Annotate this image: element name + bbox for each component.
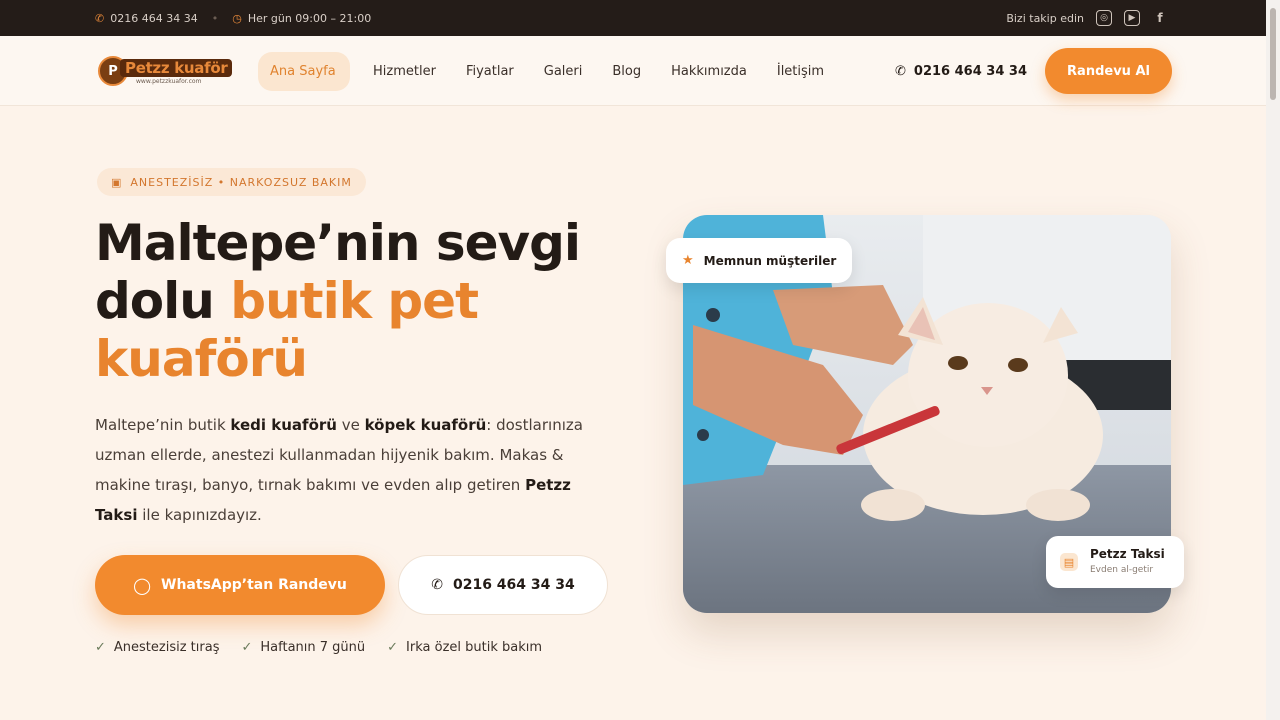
topbar-phone-text: 0216 464 34 34 — [110, 11, 198, 25]
main-nav: Ana Sayfa Hizmetler Fiyatlar Galeri Blog… — [258, 36, 839, 106]
site-logo[interactable]: P Petzz kuaför www.petzzkuafor.com — [98, 54, 238, 88]
lead-bold-cat: kedi kuaförü — [230, 416, 337, 434]
nav-item-contact[interactable]: İletişim — [762, 64, 839, 79]
feature-item: ✓ Haftanın 7 günü — [241, 640, 365, 655]
feature-label: Anestezisiz tıraş — [113, 640, 220, 655]
pet-taxi-badge: ▤ Petzz Taksi Evden al-getir — [1046, 536, 1184, 588]
header-phone-text: 0216 464 34 34 — [913, 63, 1027, 79]
separator: • — [211, 11, 219, 25]
clock-icon: ◷ — [232, 11, 242, 25]
hero-headline: Maltepe’nin sevgi dolu butik pet kuaförü — [95, 214, 615, 388]
check-icon: ✓ — [95, 640, 106, 655]
check-icon: ✓ — [387, 640, 399, 655]
whatsapp-button[interactable]: ◯ WhatsApp’tan Randevu — [95, 555, 385, 615]
topbar-hours: ◷ Her gün 09:00 – 21:00 — [232, 12, 371, 25]
nav-item-prices[interactable]: Fiyatlar — [451, 64, 529, 79]
youtube-icon[interactable]: ▶ — [1124, 10, 1140, 26]
call-button[interactable]: ✆ 0216 464 34 34 — [398, 555, 608, 615]
lock-icon: ▤ — [1060, 553, 1078, 571]
topbar-phone[interactable]: ✆ 0216 464 34 34 — [95, 12, 198, 25]
scrollbar-thumb[interactable] — [1270, 8, 1276, 100]
feature-list: ✓ Anestezisiz tıraş ✓ Haftanın 7 günü ✓ … — [95, 640, 542, 655]
whatsapp-button-label: WhatsApp’tan Randevu — [161, 577, 347, 593]
lead-bold-dog: köpek kuaförü — [364, 416, 487, 434]
follow-label: Bizi takip edin — [1006, 11, 1084, 25]
feature-label: Haftanın 7 günü — [260, 640, 366, 655]
nav-item-blog[interactable]: Blog — [597, 64, 656, 79]
instagram-icon[interactable]: ◎ — [1096, 10, 1112, 26]
pet-taxi-title: Petzz Taksi — [1090, 547, 1165, 561]
happy-customers-label: Memnun müşteriler — [703, 253, 837, 268]
phone-icon: ✆ — [95, 11, 105, 25]
main-header: P Petzz kuaför www.petzzkuafor.com Ana S… — [0, 36, 1266, 106]
appointment-button[interactable]: Randevu Al — [1045, 48, 1172, 94]
nav-item-home[interactable]: Ana Sayfa — [258, 51, 350, 91]
call-button-label: 0216 464 34 34 — [452, 577, 575, 593]
topbar-hours-text: Her gün 09:00 – 21:00 — [247, 11, 372, 25]
page-scrollbar[interactable] — [1266, 0, 1280, 720]
feature-item: ✓ Anestezisiz tıraş — [95, 640, 219, 655]
hero-badge: ▣ ANESTEZİSİZ • NARKOZSUZ BAKIM — [97, 168, 366, 196]
feature-item: ✓ Irka özel butik bakım — [387, 640, 542, 655]
nav-item-about[interactable]: Hakkımızda — [656, 64, 762, 79]
check-icon: ✓ — [241, 640, 253, 655]
feature-label: Irka özel butik bakım — [406, 640, 543, 655]
lead-text: Maltepe’nin butik — [95, 416, 231, 434]
lead-text: ile kapınızdayız. — [137, 506, 262, 524]
logo-text: Petzz kuaför — [120, 59, 233, 77]
star-icon: ★ — [682, 253, 694, 268]
phone-icon: ✆ — [895, 63, 906, 79]
phone-icon: ✆ — [431, 577, 443, 593]
topbar: ✆ 0216 464 34 34 • ◷ Her gün 09:00 – 21:… — [0, 0, 1266, 36]
facebook-icon[interactable]: f — [1152, 10, 1168, 26]
whatsapp-icon: ◯ — [133, 575, 152, 595]
pet-taxi-subtitle: Evden al-getir — [1090, 565, 1154, 575]
nav-item-gallery[interactable]: Galeri — [529, 64, 598, 79]
hero-badge-text: ANESTEZİSİZ • NARKOZSUZ BAKIM — [130, 175, 352, 189]
logo-site: www.petzzkuafor.com — [136, 78, 202, 85]
header-phone[interactable]: ✆ 0216 464 34 34 — [895, 36, 1027, 106]
hero-description: Maltepe’nin butik kedi kuaförü ve köpek … — [95, 410, 615, 530]
lead-text: ve — [336, 416, 365, 434]
nav-item-services[interactable]: Hizmetler — [358, 64, 451, 79]
happy-customers-badge: ★ Memnun müşteriler — [666, 238, 853, 283]
shield-icon: ▣ — [111, 175, 123, 189]
